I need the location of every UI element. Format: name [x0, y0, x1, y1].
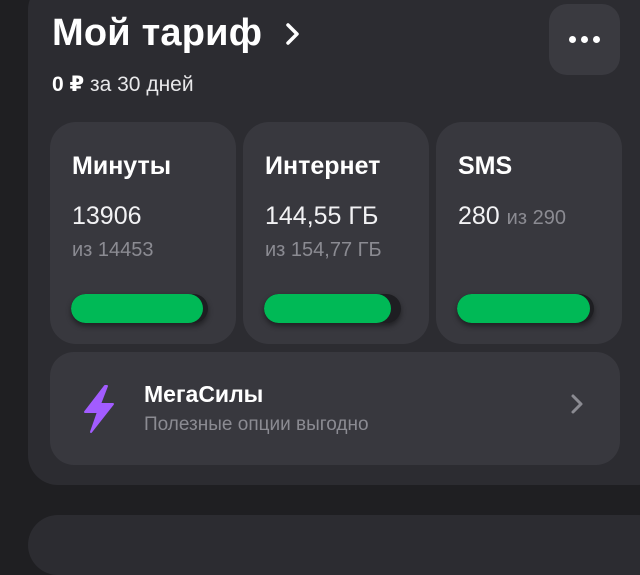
sms-count: 280 [458, 202, 500, 230]
chevron-right-icon [571, 394, 583, 414]
lightning-icon [84, 385, 114, 433]
tile-title: Интернет [265, 152, 381, 180]
tariff-price: 0 ₽ за 30 дней [52, 72, 194, 97]
sms-limit: из 290 [506, 207, 566, 229]
progress-bar [457, 294, 594, 323]
chevron-right-icon [282, 22, 304, 45]
progress-bar [264, 294, 401, 323]
megasila-banner[interactable]: МегаСилы Полезные опции выгодно [50, 352, 620, 465]
tile-title: SMS [458, 152, 513, 180]
next-card [28, 515, 640, 575]
minutes-tile[interactable]: Минуты 13906 из 14453 [50, 122, 236, 344]
tile-value: 13906 [72, 202, 142, 230]
tariff-title-link[interactable]: Мой тариф [52, 12, 304, 55]
more-button[interactable] [549, 4, 620, 75]
price-value: 0 ₽ [52, 73, 85, 96]
internet-tile[interactable]: Интернет 144,55 ГБ из 154,77 ГБ [243, 122, 429, 344]
progress-fill [264, 294, 392, 323]
progress-fill [457, 294, 590, 323]
megasila-subtitle: Полезные опции выгодно [144, 414, 369, 435]
tile-limit: из 154,77 ГБ [265, 239, 382, 261]
sms-tile[interactable]: SMS 280 из 290 [436, 122, 622, 344]
page-title: Мой тариф [52, 12, 263, 54]
progress-fill [71, 294, 203, 323]
tile-value: 280 из 290 [458, 202, 566, 231]
tile-limit: из 14453 [72, 239, 154, 261]
price-period: за 30 дней [89, 73, 194, 96]
progress-bar [71, 294, 208, 323]
tile-title: Минуты [72, 152, 172, 180]
tile-value: 144,55 ГБ [265, 202, 379, 230]
megasila-title: МегаСилы [144, 381, 264, 407]
more-horizontal-icon [569, 36, 600, 43]
